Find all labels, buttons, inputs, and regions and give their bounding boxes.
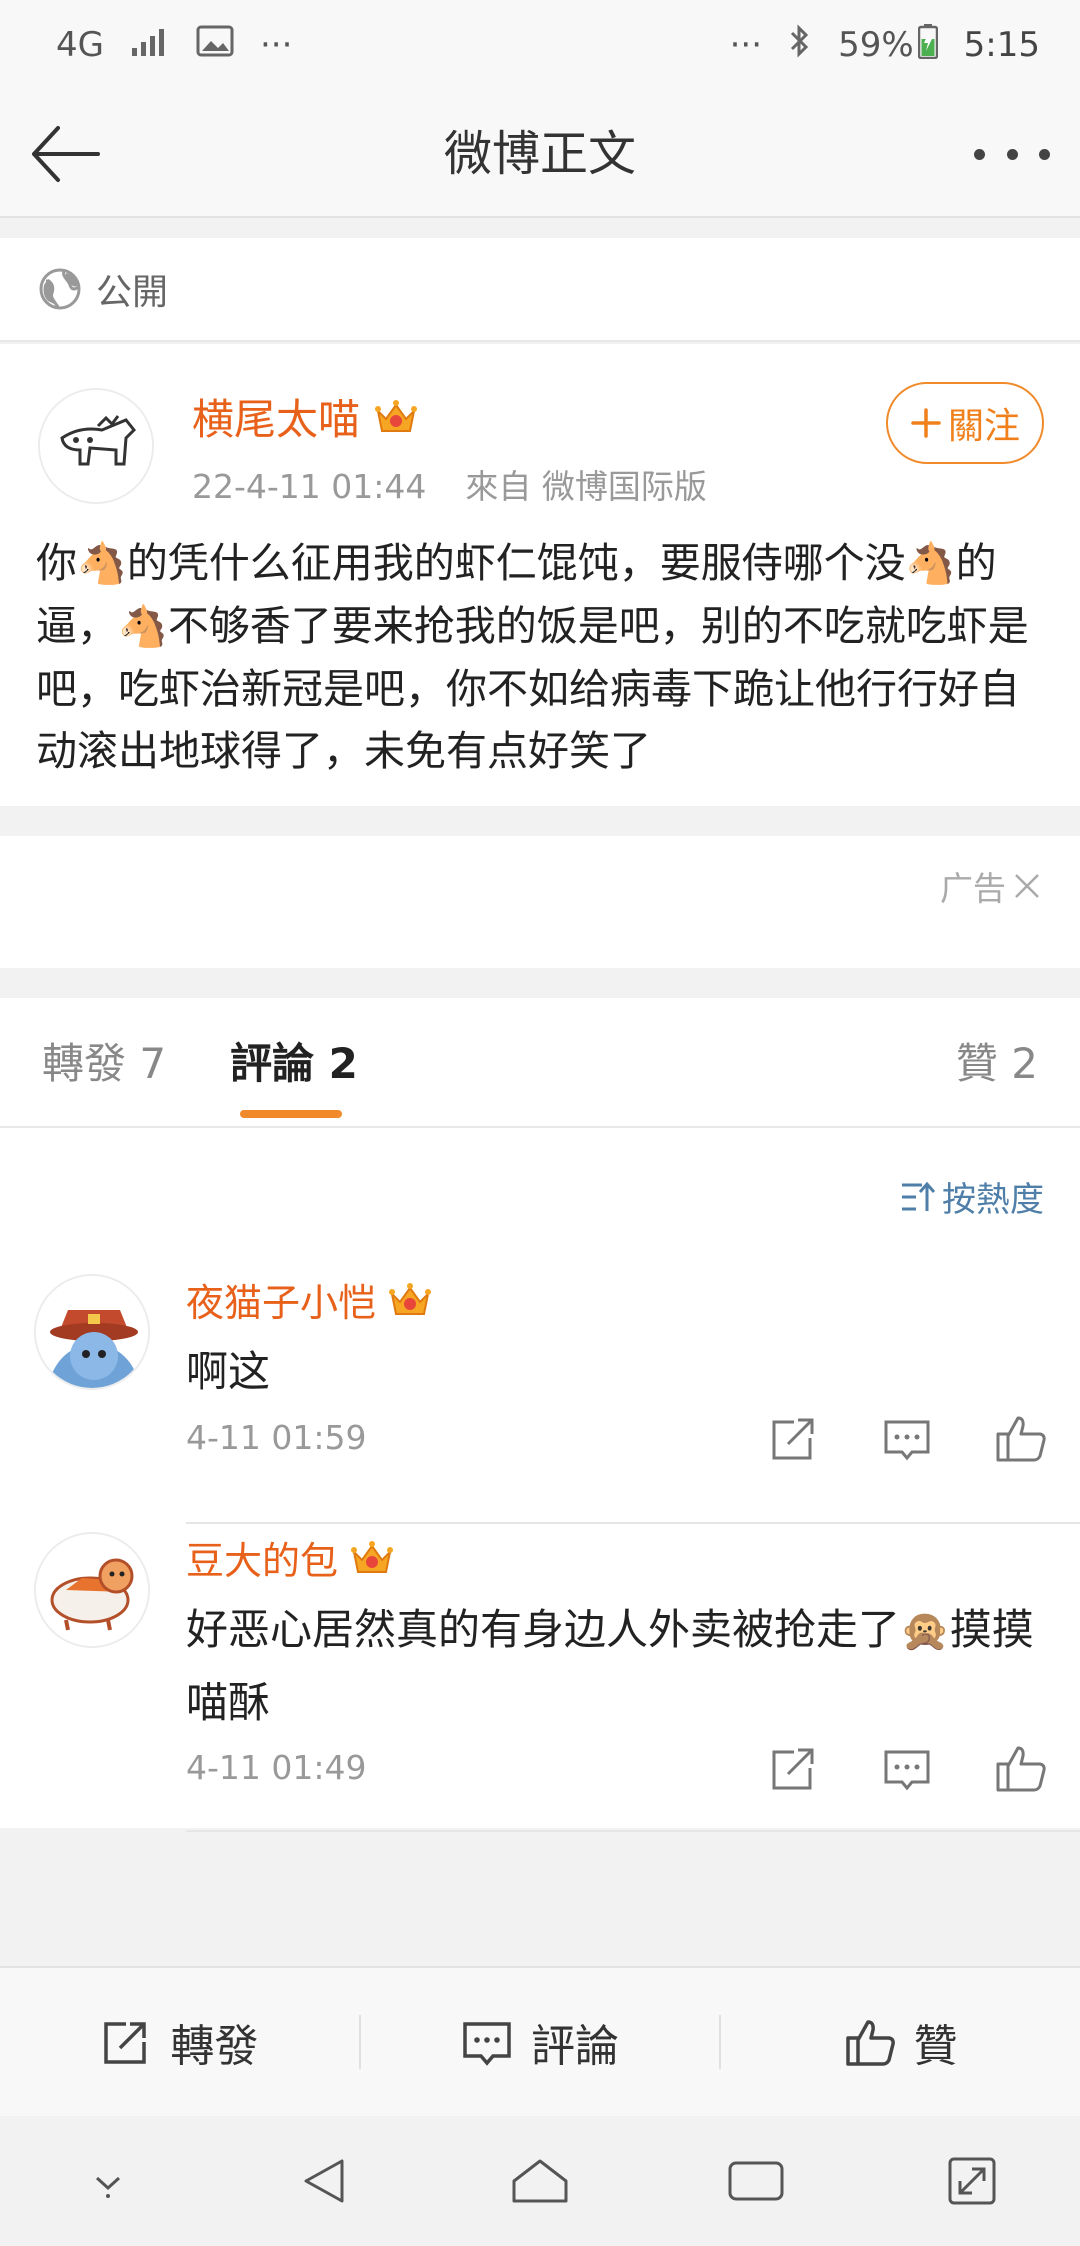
comment-time: 4-11 01:49 (186, 1748, 367, 1787)
image-notification-icon (196, 25, 234, 66)
like-icon[interactable] (992, 1410, 1050, 1468)
ad-label-row[interactable]: 广告 (940, 862, 1042, 910)
comment-icon (463, 2022, 511, 2066)
author-avatar[interactable] (38, 388, 154, 504)
nav-home-button[interactable] (500, 2141, 580, 2221)
chevron-down-icon (95, 2176, 121, 2198)
active-tab-indicator (240, 1110, 342, 1118)
horse-emoji-icon: 🐴 (905, 541, 956, 587)
commenter-name[interactable]: 夜猫子小恺 (186, 1272, 376, 1327)
thumbs-up-icon (845, 2020, 895, 2066)
post-card: 横尾太喵 22-4-11 01:44 來自 微博国际版 關注 你🐴的凭什么征用我… (0, 344, 1080, 806)
comment-divider (186, 1830, 1080, 1832)
sort-icon (902, 1181, 936, 1211)
more-status: ··· (729, 25, 763, 65)
sort-by-hotness-button[interactable]: 按熱度 (900, 1172, 1044, 1221)
title-bar: 微博正文 (0, 90, 1080, 218)
share-icon[interactable] (764, 1740, 822, 1798)
post-meta: 22-4-11 01:44 來自 微博国际版 (192, 460, 707, 508)
home-icon (512, 2159, 568, 2203)
nav-back-button[interactable] (284, 2141, 364, 2221)
post-timestamp: 22-4-11 01:44 (192, 467, 427, 506)
dot-icon (1039, 148, 1050, 160)
clock: 5:15 (963, 25, 1040, 65)
commenter-avatar[interactable] (34, 1532, 150, 1648)
crown-badge-icon[interactable] (388, 1280, 432, 1320)
more-notifications: ··· (259, 25, 293, 65)
comments-section: 按熱度 夜猫子小恺 啊这 4-11 01:59 豆大的包 好恶心居然真的有身边人… (0, 1128, 1080, 1832)
author-name-row[interactable]: 横尾太喵 (192, 386, 418, 447)
network-indicator: 4G (56, 25, 104, 65)
plus-icon (911, 408, 941, 438)
close-icon[interactable] (1012, 871, 1042, 901)
monkey-emoji-icon: 🙊 (900, 1608, 950, 1654)
like-label: 贊 (913, 2021, 958, 2072)
hide-keyboard-button[interactable] (68, 2141, 148, 2221)
repost-icon (104, 2022, 147, 2064)
commenter-avatar[interactable] (34, 1274, 150, 1390)
ad-label: 广告 (940, 869, 1006, 908)
tab-comments[interactable]: 評論 2 (230, 1030, 358, 1091)
battery-icon (917, 23, 938, 68)
comment-text: 好恶心居然真的有身边人外卖被抢走了🙊摸摸喵酥 (186, 1594, 1046, 1739)
follow-button[interactable]: 關注 (886, 382, 1044, 464)
post-text: 你🐴的凭什么征用我的虾仁馄饨，要服侍哪个没🐴的逼，🐴不够香了要来抢我的饭是吧，别… (36, 532, 1046, 782)
system-navigation-bar (0, 2116, 1080, 2246)
repost-button[interactable]: 轉發 (0, 1968, 359, 2116)
more-options-button[interactable] (974, 126, 1050, 182)
bottom-action-bar: 轉發 評論 贊 (0, 1966, 1080, 2116)
like-button[interactable]: 贊 (721, 1968, 1080, 2116)
ad-slot: 广告 (0, 836, 1080, 968)
repost-label: 轉發 (170, 2021, 259, 2072)
tab-likes[interactable]: 贊 2 (956, 1030, 1038, 1091)
visibility-row: 公開 (0, 238, 1080, 342)
follow-label: 關注 (947, 406, 1020, 447)
commenter-name-row[interactable]: 豆大的包 (186, 1530, 394, 1585)
sort-label: 按熱度 (942, 1180, 1044, 1220)
nav-expand-button[interactable] (932, 2141, 1012, 2221)
crown-badge-icon[interactable] (374, 397, 418, 437)
comment-item: 夜猫子小恺 啊这 4-11 01:59 (0, 1274, 1080, 1524)
triangle-back-icon (304, 2159, 344, 2203)
horse-emoji-icon: 🐴 (77, 541, 127, 587)
comment-time: 4-11 01:59 (186, 1418, 367, 1457)
dot-icon (1006, 148, 1018, 160)
like-icon[interactable] (992, 1740, 1050, 1798)
reply-icon[interactable] (878, 1410, 936, 1468)
nav-recents-button[interactable] (716, 2141, 796, 2221)
globe-icon (39, 268, 81, 310)
battery-level: 59% (838, 25, 914, 65)
comment-item: 豆大的包 好恶心居然真的有身边人外卖被抢走了🙊摸摸喵酥 4-11 01:49 (0, 1532, 1080, 1832)
share-icon[interactable] (764, 1410, 822, 1468)
recents-icon (728, 2161, 784, 2201)
reply-icon[interactable] (878, 1740, 936, 1798)
crown-badge-icon[interactable] (350, 1538, 394, 1578)
visibility-label: 公開 (96, 272, 169, 313)
expand-icon (948, 2157, 996, 2205)
commenter-name-row[interactable]: 夜猫子小恺 (186, 1272, 432, 1327)
post-source: 來自 微博国际版 (465, 467, 707, 506)
comment-text: 啊这 (186, 1347, 271, 1396)
commenter-name[interactable]: 豆大的包 (186, 1530, 338, 1585)
tab-reposts[interactable]: 轉發 7 (42, 1030, 166, 1091)
signal-icon (130, 25, 170, 65)
comment-button[interactable]: 評論 (361, 1968, 720, 2116)
author-name[interactable]: 横尾太喵 (192, 386, 360, 447)
page-title: 微博正文 (443, 126, 636, 182)
engagement-tabs: 轉發 7 評論 2 贊 2 (0, 998, 1080, 1128)
horse-emoji-icon: 🐴 (118, 604, 168, 650)
bluetooth-icon (788, 23, 812, 68)
dot-icon (974, 148, 985, 160)
comment-divider (186, 1522, 1080, 1524)
status-bar: 4G ··· ··· 59% 5:15 (0, 0, 1080, 90)
comment-label: 評論 (531, 2021, 619, 2072)
